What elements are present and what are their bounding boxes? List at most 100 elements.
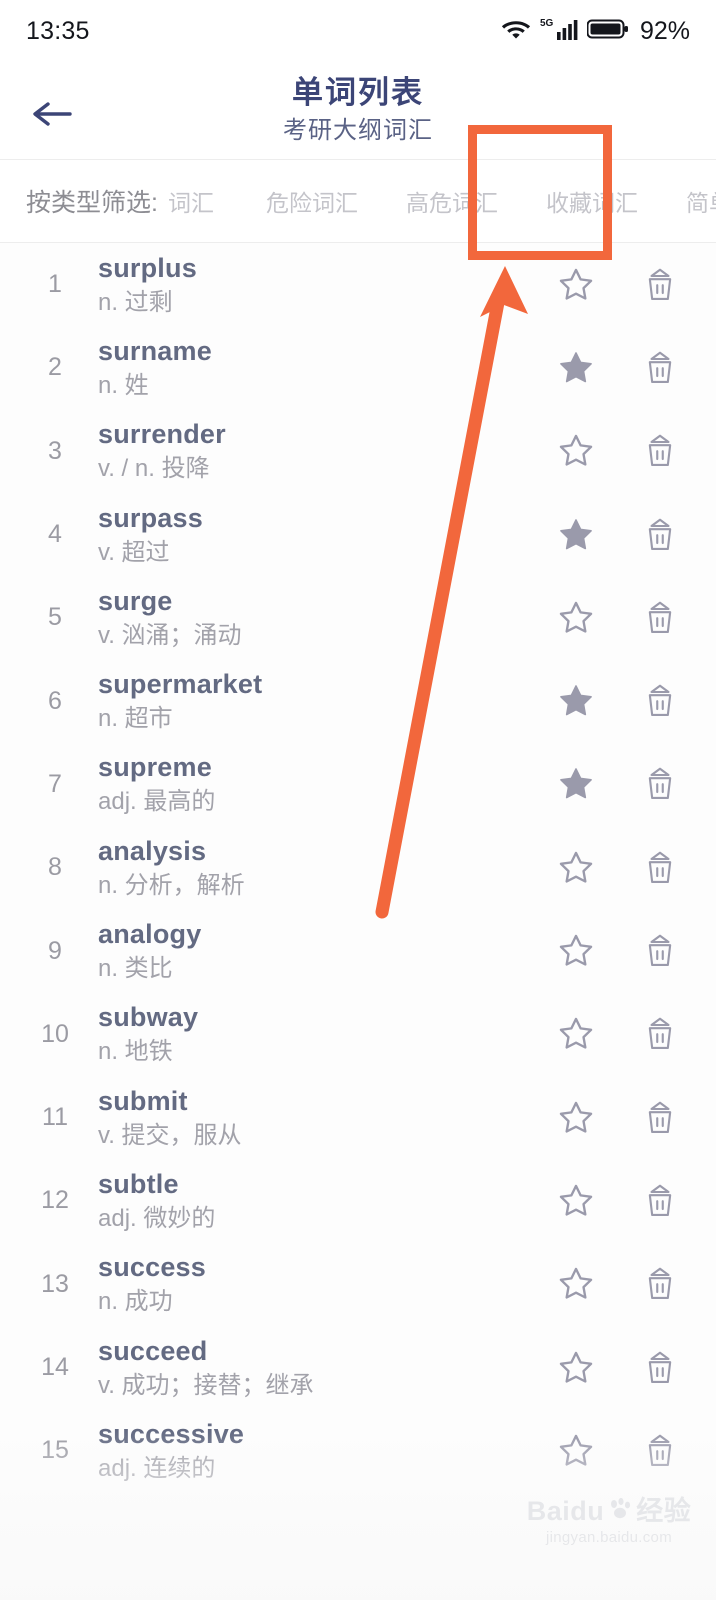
star-outline-icon[interactable] <box>556 1264 596 1304</box>
word-main: surpass v. 超过 <box>84 502 556 568</box>
word-definition: v. 成功；接替；继承 <box>98 1371 314 1399</box>
trash-icon[interactable] <box>640 1014 680 1054</box>
trash-icon[interactable] <box>640 265 680 305</box>
star-outline-icon[interactable] <box>556 931 596 971</box>
star-outline-icon[interactable] <box>556 1098 596 1138</box>
word-main: succeed v. 成功；接替；继承 <box>84 1335 556 1401</box>
status-indicators: 5G 92% <box>501 16 690 47</box>
word-main: supermarket n. 超市 <box>84 668 556 734</box>
row-actions <box>556 431 698 471</box>
word-text: analysis <box>98 835 207 866</box>
status-bar: 13:35 5G 92% <box>0 0 716 62</box>
trash-icon[interactable] <box>640 764 680 804</box>
row-actions <box>556 764 698 804</box>
row-actions <box>556 848 698 888</box>
star-outline-icon[interactable] <box>556 265 596 305</box>
trash-icon[interactable] <box>640 598 680 638</box>
word-index: 8 <box>48 853 62 882</box>
word-index: 9 <box>48 936 62 965</box>
app-screen: 13:35 5G 92% 单词列表 考研大纲词汇 按类型筛选: 词汇 危险词汇 … <box>0 0 716 1600</box>
word-index: 13 <box>41 1269 69 1298</box>
trash-icon[interactable] <box>640 1098 680 1138</box>
filter-option-weixian[interactable]: 危险词汇 <box>266 184 358 218</box>
watermark-url: jingyan.baidu.com <box>545 1529 672 1546</box>
word-main: success n. 成功 <box>84 1251 556 1317</box>
star-outline-icon[interactable] <box>556 1431 596 1471</box>
word-definition: v. / n. 投降 <box>98 455 210 483</box>
word-definition: v. 提交，服从 <box>98 1121 242 1149</box>
filter-option-gaowei[interactable]: 高危词汇 <box>406 184 498 218</box>
page-subtitle: 考研大纲词汇 <box>283 117 433 144</box>
row-actions <box>556 1264 698 1304</box>
word-list[interactable]: 1 surplus n. 过剩 2 surname n. 姓 3 surrender v. / … <box>0 243 716 1523</box>
row-actions <box>556 1348 698 1388</box>
word-definition: n. 分析，解析 <box>98 871 245 899</box>
row-actions <box>556 348 698 388</box>
word-index: 2 <box>48 353 62 382</box>
trash-icon[interactable] <box>640 1264 680 1304</box>
page-header: 单词列表 考研大纲词汇 <box>0 62 716 159</box>
table-row[interactable]: 5 surge v. 汹涌；涌动 <box>0 576 716 660</box>
table-row[interactable]: 8 analysis n. 分析，解析 <box>0 826 716 910</box>
row-actions <box>556 681 698 721</box>
word-main: surge v. 汹涌；涌动 <box>84 585 556 651</box>
word-text: succeed <box>98 1335 208 1366</box>
status-time: 13:35 <box>26 16 90 45</box>
trash-icon[interactable] <box>640 848 680 888</box>
word-definition: adj. 微妙的 <box>98 1204 216 1232</box>
table-row[interactable]: 10 subway n. 地铁 <box>0 992 716 1076</box>
filter-option-cihui[interactable]: 词汇 <box>168 184 214 218</box>
star-filled-icon[interactable] <box>556 681 596 721</box>
table-row[interactable]: 4 surpass v. 超过 <box>0 492 716 577</box>
word-text: subway <box>98 1002 199 1033</box>
trash-icon[interactable] <box>640 1431 680 1471</box>
page-title: 单词列表 <box>292 75 424 110</box>
star-filled-icon[interactable] <box>556 764 596 804</box>
table-row[interactable]: 1 surplus n. 过剩 <box>0 243 716 327</box>
trash-icon[interactable] <box>640 1181 680 1221</box>
star-outline-icon[interactable] <box>556 1181 596 1221</box>
word-definition: v. 汹涌；涌动 <box>98 621 242 649</box>
star-outline-icon[interactable] <box>556 1014 596 1054</box>
star-filled-icon[interactable] <box>556 348 596 388</box>
word-text: surge <box>98 585 173 616</box>
star-outline-icon[interactable] <box>556 598 596 638</box>
battery-icon <box>586 17 629 46</box>
word-definition: n. 类比 <box>98 955 173 983</box>
trash-icon[interactable] <box>640 431 680 471</box>
table-row[interactable]: 11 submit v. 提交，服从 <box>0 1075 716 1160</box>
row-actions <box>556 1181 698 1221</box>
table-row[interactable]: 12 subtle adj. 微妙的 <box>0 1159 716 1243</box>
star-outline-icon[interactable] <box>556 848 596 888</box>
trash-icon[interactable] <box>640 931 680 971</box>
table-row[interactable]: 7 supreme adj. 最高的 <box>0 742 716 827</box>
table-row[interactable]: 6 supermarket n. 超市 <box>0 659 716 743</box>
table-row[interactable]: 9 analogy n. 类比 <box>0 909 716 993</box>
word-text: successive <box>98 1418 245 1449</box>
star-outline-icon[interactable] <box>556 431 596 471</box>
filter-option-jiandan[interactable]: 简单词 <box>686 184 716 218</box>
row-actions <box>556 1431 698 1471</box>
word-index: 3 <box>48 436 62 465</box>
word-text: supermarket <box>98 669 263 700</box>
table-row[interactable]: 15 successive adj. 连续的 <box>0 1409 716 1493</box>
trash-icon[interactable] <box>640 681 680 721</box>
table-row[interactable]: 3 surrender v. / n. 投降 <box>0 409 716 493</box>
word-index: 14 <box>41 1353 69 1381</box>
word-text: subtle <box>98 1168 179 1199</box>
star-outline-icon[interactable] <box>556 1348 596 1388</box>
trash-icon[interactable] <box>640 515 680 555</box>
trash-icon[interactable] <box>640 1348 680 1388</box>
word-main: supreme adj. 最高的 <box>84 751 556 817</box>
table-row[interactable]: 2 surname n. 姓 <box>0 326 716 410</box>
trash-icon[interactable] <box>640 348 680 388</box>
word-text: surname <box>98 335 212 366</box>
star-filled-icon[interactable] <box>556 515 596 555</box>
table-row[interactable]: 13 success n. 成功 <box>0 1242 716 1326</box>
filter-option-shoucang[interactable]: 收藏词汇 <box>546 184 638 218</box>
row-actions <box>556 265 698 305</box>
word-main: analogy n. 类比 <box>84 918 556 984</box>
word-definition: v. 超过 <box>98 538 170 566</box>
word-text: success <box>98 1252 206 1283</box>
table-row[interactable]: 14 succeed v. 成功；接替；继承 <box>0 1325 716 1410</box>
